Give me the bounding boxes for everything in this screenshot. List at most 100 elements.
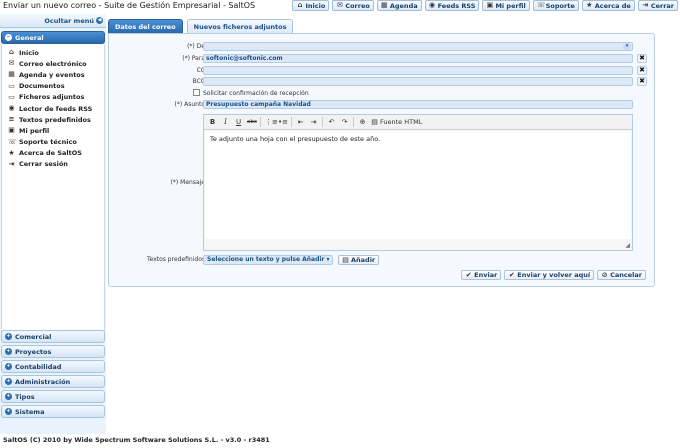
italic-icon[interactable]: I — [221, 118, 230, 126]
undo-icon[interactable]: ↶ — [327, 118, 336, 126]
sidebar-group-administracion[interactable]: + Administración — [1, 375, 105, 388]
document-icon: ▤ — [371, 117, 378, 126]
sidebar-item-label: Agenda y eventos — [19, 70, 85, 79]
bcc-delete-icon[interactable]: ✖ — [637, 77, 647, 86]
cancel-label: Cancelar — [610, 271, 642, 279]
top-nav: ⌂ Inicio ✉ Correo ▦ Agenda ◉ Feeds RSS ▣ Mi p… — [292, 0, 678, 11]
top-mail-button[interactable]: ✉ Correo — [332, 0, 374, 11]
sidebar-group-general[interactable]: − General — [1, 31, 105, 44]
add-text-button[interactable]: ▤ Añadir — [338, 255, 380, 265]
para-input[interactable]: softonic@softonic.com — [203, 54, 633, 63]
toolbar-divider — [353, 117, 354, 127]
main-content: Datos del correo Nuevos ficheros adjunto… — [108, 19, 680, 287]
bullet-list-icon[interactable]: •≡ — [278, 118, 288, 126]
sidebar-item-inicio[interactable]: ⌂ Inicio — [2, 47, 104, 58]
email-form-panel: (*) De ▾ (*) Para softonic@softonic.com … — [108, 33, 655, 287]
top-logout-button[interactable]: ⇥ Cerrar — [637, 0, 678, 11]
top-home-label: Inicio — [305, 1, 326, 10]
check-icon: ✔ — [465, 270, 472, 279]
confirm-checkbox[interactable] — [193, 89, 200, 96]
sidebar-menu: ⌂ Inicio ✉ Correo electrónico ▦ Agenda y ev… — [1, 44, 105, 336]
top-about-label: Acerca de — [594, 1, 631, 10]
support-icon: ☏ — [536, 1, 546, 9]
message-body[interactable]: Te adjunto una hoja con el presupuesto d… — [205, 131, 631, 239]
sidebar-item-label: Cerrar sesión — [19, 160, 68, 169]
send-label: Enviar — [474, 271, 498, 279]
para-delete-icon[interactable]: ✖ — [637, 54, 647, 63]
sidebar-group-tipos[interactable]: + Tipos — [1, 390, 105, 403]
cc-delete-icon[interactable]: ✖ — [637, 66, 647, 75]
top-mail-label: Correo — [345, 1, 370, 10]
hide-menu-label: Ocultar menú — [44, 16, 94, 25]
sidebar-group-contabilidad[interactable]: + Contabilidad — [1, 360, 105, 373]
expand-icon: + — [5, 363, 12, 370]
top-support-button[interactable]: ☏ Soporte — [532, 0, 579, 11]
cc-input[interactable] — [203, 66, 633, 75]
top-home-button[interactable]: ⌂ Inicio — [292, 0, 330, 11]
tab-datos-correo[interactable]: Datos del correo — [108, 19, 183, 33]
top-support-label: Soporte — [545, 1, 575, 10]
cancel-button[interactable]: ⊘ Cancelar — [597, 270, 646, 280]
group-label: Sistema — [15, 407, 45, 416]
sidebar-item-agenda[interactable]: ▦ Agenda y eventos — [2, 69, 104, 80]
text-icon: ≡ — [8, 115, 15, 124]
bold-icon[interactable]: B — [208, 118, 217, 126]
hide-menu-button[interactable]: Ocultar menú ◀ — [0, 14, 106, 28]
sidebar-item-perfil[interactable]: ▣ Mi perfil — [2, 125, 104, 136]
top-rss-button[interactable]: ◉ Feeds RSS — [424, 0, 480, 11]
asunto-label: (*) Asunto — [174, 101, 205, 108]
support-icon: ☏ — [8, 137, 17, 146]
top-about-button[interactable]: ★ Acerca de — [581, 0, 635, 11]
profile-icon: ▣ — [486, 1, 494, 9]
outdent-icon[interactable]: ⇤ — [296, 118, 305, 126]
collapse-icon: − — [5, 34, 12, 41]
sidebar-item-soporte[interactable]: ☏ Soporte técnico — [2, 137, 104, 148]
cancel-icon: ⊘ — [601, 270, 608, 279]
top-calendar-label: Agenda — [389, 1, 418, 10]
sidebar-item-documentos[interactable]: ▭ Documentos — [2, 81, 104, 92]
sidebar-collapsed-groups: + Comercial + Proyectos + Contabilidad + Adm… — [0, 328, 106, 418]
redo-icon[interactable]: ↷ — [340, 118, 349, 126]
sidebar-item-feeds[interactable]: ◉ Lector de feeds RSS — [2, 103, 104, 114]
tab-nuevos-ficheros[interactable]: Nuevos ficheros adjuntos — [186, 19, 294, 33]
logout-icon: ⇥ — [8, 159, 15, 168]
sidebar-item-correo[interactable]: ✉ Correo electrónico — [2, 58, 104, 69]
window-title: Enviar un nuevo correo - Suite de Gestió… — [3, 1, 256, 10]
row-cc: CC ✖ — [109, 66, 656, 75]
bcc-input[interactable] — [203, 77, 633, 86]
folder-icon: ▭ — [8, 81, 15, 90]
indent-icon[interactable]: ⇥ — [309, 118, 318, 126]
underline-icon[interactable]: U — [234, 118, 243, 126]
para-label: (*) Para — [182, 55, 205, 62]
send-button[interactable]: ✔ Enviar — [461, 270, 502, 280]
sidebar-group-comercial[interactable]: + Comercial — [1, 330, 105, 343]
sidebar-group-proyectos[interactable]: + Proyectos — [1, 345, 105, 358]
sidebar-item-label: Mi perfil — [19, 126, 50, 135]
link-icon[interactable]: ⊕ — [358, 118, 367, 126]
strikethrough-icon[interactable]: abc — [247, 119, 257, 125]
resize-handle-icon[interactable]: ◢ — [625, 242, 630, 249]
sidebar-item-ficheros[interactable]: ▭ Ficheros adjuntos — [2, 92, 104, 103]
sidebar-item-textos[interactable]: ≡ Textos predefinidos — [2, 114, 104, 125]
send-and-return-button[interactable]: ✔ Enviar y volver aquí — [504, 270, 595, 280]
footer: SaltOS (C) 2010 by Wide Spectrum Softwar… — [0, 435, 680, 448]
group-label: Proyectos — [15, 347, 52, 356]
chevron-down-icon: ▾ — [623, 43, 631, 50]
source-html-button[interactable]: ▤ Fuente HTML — [371, 118, 422, 126]
row-de: (*) De ▾ — [109, 42, 656, 51]
numbered-list-icon[interactable]: ⋮≡ — [265, 118, 278, 126]
sidebar-item-label: Textos predefinidos — [19, 115, 91, 124]
top-calendar-button[interactable]: ▦ Agenda — [376, 0, 422, 11]
textos-select[interactable]: Seleccione un texto y pulse Añadir ▾ — [203, 255, 333, 265]
home-icon: ⌂ — [8, 48, 14, 57]
sidebar-group-general-label: General — [15, 33, 44, 42]
star-icon: ★ — [8, 148, 15, 157]
sidebar-item-acerca[interactable]: ★ Acerca de SaltOS — [2, 148, 104, 159]
sidebar-item-cerrar[interactable]: ⇥ Cerrar sesión — [2, 159, 104, 170]
sidebar-group-sistema[interactable]: + Sistema — [1, 405, 105, 418]
row-asunto: (*) Asunto Presupuesto campaña Navidad — [109, 100, 656, 109]
asunto-input[interactable]: Presupuesto campaña Navidad — [203, 100, 633, 109]
calendar-icon: ▦ — [381, 1, 388, 9]
de-select[interactable]: ▾ — [203, 42, 633, 51]
top-profile-button[interactable]: ▣ Mi perfil — [482, 0, 530, 11]
